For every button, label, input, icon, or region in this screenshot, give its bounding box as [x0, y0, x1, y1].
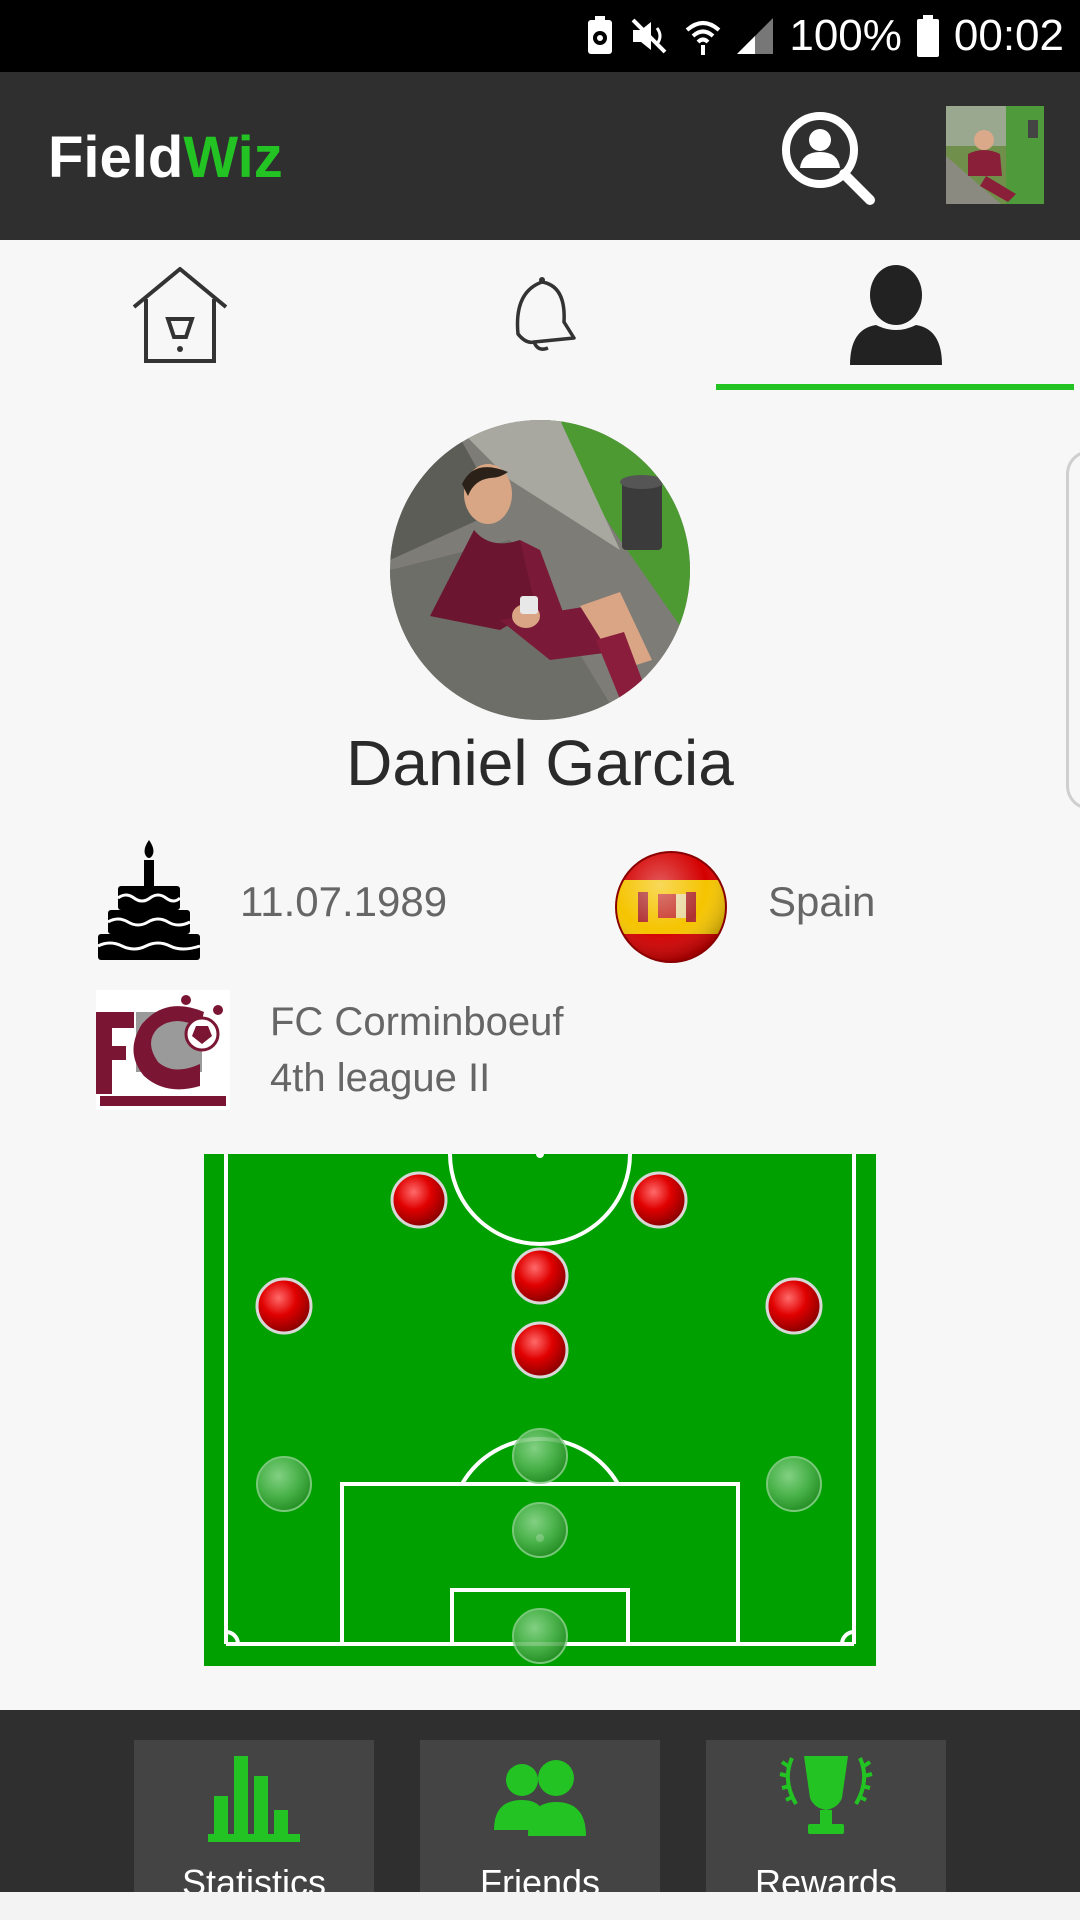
status-icons: 100% 00:02 — [585, 0, 1080, 72]
birthday-cake-icon — [97, 840, 201, 960]
tab-profile[interactable] — [716, 240, 1076, 390]
wifi-icon — [686, 21, 721, 55]
bell-icon — [515, 277, 576, 351]
app-logo: FieldWiz — [48, 124, 283, 191]
position-marker-active[interactable] — [390, 1171, 448, 1229]
profile-name: Daniel Garcia — [346, 727, 734, 799]
bar-chart-icon — [208, 1756, 300, 1842]
position-marker-active[interactable] — [511, 1247, 569, 1305]
search-user-button[interactable] — [780, 110, 876, 206]
trophy-icon — [779, 1756, 873, 1834]
position-marker-inactive[interactable] — [512, 1428, 568, 1484]
battery-level: 100% — [789, 11, 902, 60]
profile-photo — [390, 420, 690, 720]
club-name: FC Corminboeuf — [270, 1000, 564, 1044]
friends-icon — [494, 1760, 586, 1836]
position-marker-inactive[interactable] — [766, 1456, 822, 1512]
battery-saver-icon — [588, 16, 613, 54]
selected-tab-indicator — [716, 384, 1074, 390]
tab-home[interactable] — [0, 240, 360, 390]
app-bar: FieldWiz — [0, 72, 1080, 240]
bottom-edge — [0, 1892, 1080, 1920]
mute-icon — [631, 18, 667, 54]
club-league: 4th league II — [270, 1056, 491, 1100]
clock: 00:02 — [953, 11, 1064, 60]
avatar-thumbnail — [946, 106, 1044, 204]
position-marker-active[interactable] — [511, 1321, 569, 1379]
spain-flag-icon — [615, 851, 727, 963]
country-value: Spain — [768, 878, 876, 925]
position-marker-active[interactable] — [765, 1277, 823, 1335]
profile-photo-image — [390, 420, 690, 720]
brand-text-wiz: Wiz — [183, 125, 283, 190]
user-avatar-button[interactable] — [946, 106, 1044, 204]
position-marker-active[interactable] — [255, 1277, 313, 1335]
position-marker-inactive[interactable] — [512, 1608, 568, 1664]
brand-text-field: Field — [48, 125, 184, 190]
tab-notifications[interactable] — [360, 240, 720, 390]
house-icon — [132, 267, 228, 363]
position-marker-inactive[interactable] — [256, 1456, 312, 1512]
person-icon — [850, 265, 942, 365]
bottom-nav: Statistics Friends Rewards — [0, 1710, 1080, 1920]
birthdate-value: 11.07.1989 — [240, 878, 448, 925]
club-logo — [96, 990, 230, 1110]
battery-icon — [916, 15, 939, 57]
search-user-icon — [782, 112, 875, 205]
tab-bar — [0, 240, 1080, 390]
formation-field — [204, 1154, 876, 1666]
position-marker-active[interactable] — [630, 1171, 688, 1229]
position-marker-inactive[interactable] — [512, 1502, 568, 1558]
status-bar: 100% 00:02 — [0, 0, 1080, 72]
signal-icon — [737, 18, 774, 54]
